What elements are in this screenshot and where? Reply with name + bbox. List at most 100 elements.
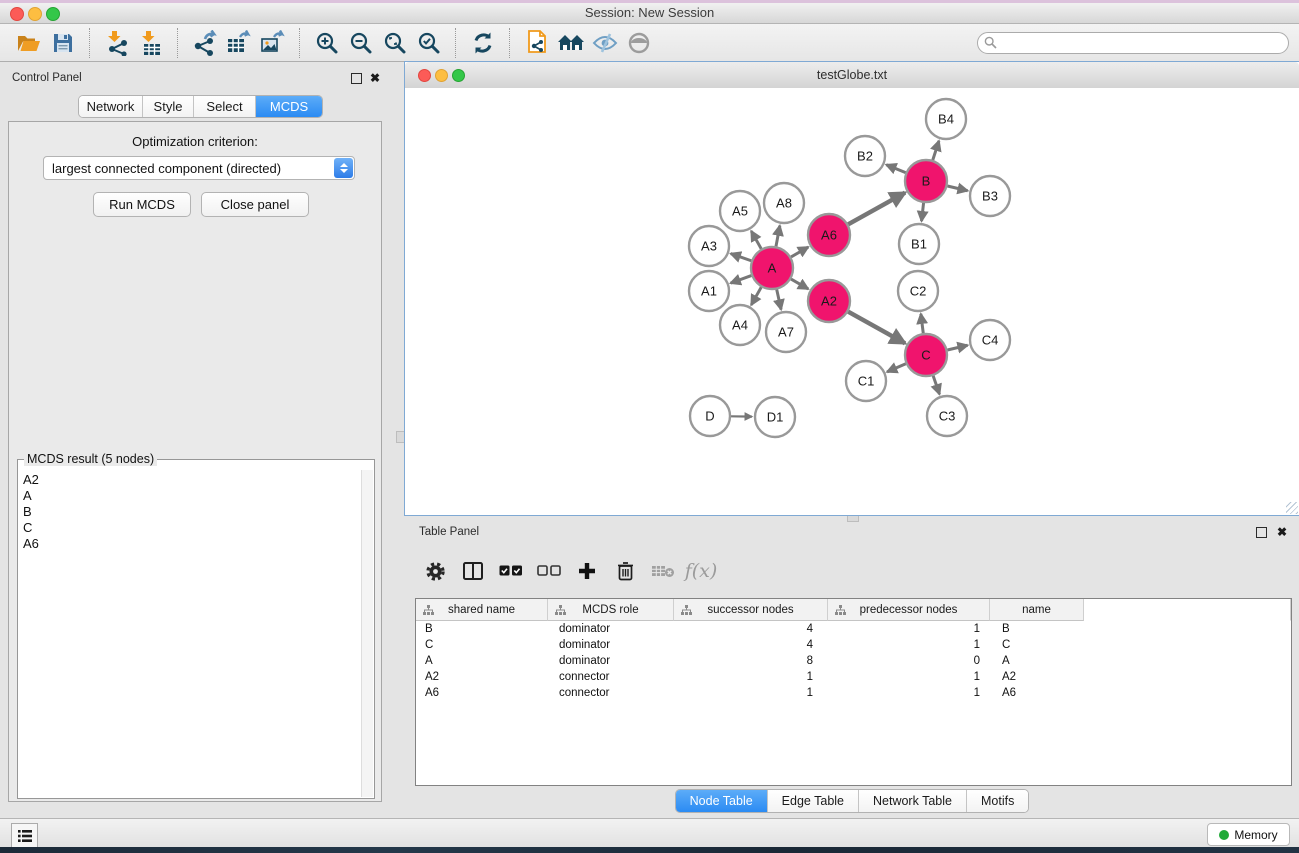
table-cell[interactable]: 1 <box>828 621 990 637</box>
table-cell[interactable]: A <box>416 653 548 669</box>
table-cell[interactable]: A6 <box>990 685 1084 701</box>
tab-mcds[interactable]: MCDS <box>255 96 322 117</box>
result-item[interactable]: C <box>21 520 360 536</box>
tab-motifs[interactable]: Motifs <box>966 790 1028 812</box>
run-mcds-button[interactable]: Run MCDS <box>93 192 191 217</box>
table-row[interactable]: Cdominator41C <box>416 637 1291 653</box>
graph-edge-C-C2[interactable] <box>921 314 923 333</box>
create-column-button[interactable] <box>575 558 599 584</box>
table-cell[interactable]: 1 <box>828 685 990 701</box>
table-cell[interactable]: 0 <box>828 653 990 669</box>
first-neighbors-button[interactable] <box>554 27 588 59</box>
result-item[interactable]: A2 <box>21 472 360 488</box>
vertical-splitter-handle[interactable] <box>396 431 405 443</box>
result-scrollbar[interactable] <box>361 470 373 797</box>
graph-edge-C-C1[interactable] <box>887 364 906 372</box>
zoom-fit-button[interactable] <box>378 27 412 59</box>
table-options-button[interactable] <box>423 558 447 584</box>
table-cell[interactable]: C <box>416 637 548 653</box>
graph-edge-B-B3[interactable] <box>947 186 967 191</box>
tab-node-table[interactable]: Node Table <box>676 790 767 812</box>
table-cell[interactable]: 1 <box>674 685 828 701</box>
column-header-shared-name[interactable]: shared name <box>416 599 548 621</box>
result-item[interactable]: B <box>21 504 360 520</box>
column-header-successor-nodes[interactable]: successor nodes <box>674 599 828 621</box>
save-session-button[interactable] <box>46 27 80 59</box>
tab-edge-table[interactable]: Edge Table <box>767 790 858 812</box>
export-image-button[interactable] <box>256 27 290 59</box>
hide-selected-button[interactable] <box>588 27 622 59</box>
table-row[interactable]: Bdominator41B <box>416 621 1291 637</box>
float-table-panel-icon[interactable] <box>1256 527 1267 538</box>
graph-edge-C-C3[interactable] <box>933 376 939 394</box>
task-history-button[interactable] <box>11 823 38 848</box>
table-cell[interactable]: connector <box>548 685 674 701</box>
function-builder-button[interactable]: f(x) <box>689 558 713 584</box>
table-cell[interactable]: A2 <box>990 669 1084 685</box>
graph-edge-B-B1[interactable] <box>922 203 924 221</box>
table-cell[interactable]: dominator <box>548 621 674 637</box>
column-header-mcds-role[interactable]: MCDS role <box>548 599 674 621</box>
search-input[interactable] <box>977 32 1289 54</box>
show-columns-button[interactable] <box>461 558 485 584</box>
select-all-columns-button[interactable] <box>499 558 523 584</box>
float-panel-icon[interactable] <box>351 73 362 84</box>
table-cell[interactable]: A <box>990 653 1084 669</box>
table-cell[interactable]: connector <box>548 669 674 685</box>
table-cell[interactable]: dominator <box>548 653 674 669</box>
table-cell[interactable]: 1 <box>828 669 990 685</box>
table-cell[interactable]: 1 <box>674 669 828 685</box>
table-cell[interactable]: 4 <box>674 621 828 637</box>
tab-style[interactable]: Style <box>142 96 193 117</box>
table-cell[interactable]: A6 <box>416 685 548 701</box>
zoom-out-button[interactable] <box>344 27 378 59</box>
table-row[interactable]: A6connector11A6 <box>416 685 1291 701</box>
graph-edge-A6-B[interactable] <box>848 193 905 225</box>
table-row[interactable]: A2connector11A2 <box>416 669 1291 685</box>
tab-network-table[interactable]: Network Table <box>858 790 966 812</box>
delete-columns-button[interactable] <box>613 558 637 584</box>
graph-edge-A2-C[interactable] <box>848 312 905 344</box>
graph-edge-A-A1[interactable] <box>731 276 752 284</box>
tab-select[interactable]: Select <box>193 96 255 117</box>
graph-edge-A-A3[interactable] <box>731 254 752 261</box>
show-all-button[interactable] <box>622 27 656 59</box>
export-network-button[interactable] <box>188 27 222 59</box>
graph-edge-A-A7[interactable] <box>777 289 781 309</box>
memory-button[interactable]: Memory <box>1207 823 1290 846</box>
apply-layout-button[interactable] <box>466 27 500 59</box>
graph-edge-A-A6[interactable] <box>791 247 808 257</box>
table-cell[interactable]: dominator <box>548 637 674 653</box>
open-session-button[interactable] <box>12 27 46 59</box>
table-row[interactable]: Adominator80A <box>416 653 1291 669</box>
graph-edge-A-A5[interactable] <box>751 231 761 249</box>
zoom-selected-button[interactable] <box>412 27 446 59</box>
graph-edge-C-C4[interactable] <box>947 345 967 350</box>
table-cell[interactable]: B <box>990 621 1084 637</box>
frame-resize-grip[interactable] <box>1286 502 1298 514</box>
result-item[interactable]: A6 <box>21 536 360 552</box>
table-cell[interactable]: A2 <box>416 669 548 685</box>
tab-network[interactable]: Network <box>79 96 142 117</box>
network-canvas[interactable]: B4B2BB3A5A8A6B1A3AA1C2A2A4A7C4CC1C3DD1 <box>405 88 1299 515</box>
optimization-criterion-select[interactable]: largest connected component (directed) <box>43 156 355 180</box>
graph-edge-A-A4[interactable] <box>751 287 761 305</box>
import-table-button[interactable] <box>134 27 168 59</box>
table-cell[interactable]: B <box>416 621 548 637</box>
delete-table-button[interactable] <box>651 558 675 584</box>
zoom-in-button[interactable] <box>310 27 344 59</box>
graph-edge-A-A8[interactable] <box>776 226 780 247</box>
new-network-from-selection-button[interactable] <box>520 27 554 59</box>
column-header-name[interactable]: name <box>990 599 1084 621</box>
table-cell[interactable]: 8 <box>674 653 828 669</box>
import-network-button[interactable] <box>100 27 134 59</box>
unselect-all-columns-button[interactable] <box>537 558 561 584</box>
table-cell[interactable]: C <box>990 637 1084 653</box>
close-panel-icon[interactable]: ✖ <box>370 73 380 83</box>
graph-edge-B-B4[interactable] <box>933 141 939 160</box>
close-panel-button[interactable]: Close panel <box>201 192 309 217</box>
graph-edge-A-A2[interactable] <box>791 279 808 289</box>
graph-edge-B-B2[interactable] <box>886 165 905 173</box>
result-item[interactable]: A <box>21 488 360 504</box>
table-cell[interactable]: 4 <box>674 637 828 653</box>
